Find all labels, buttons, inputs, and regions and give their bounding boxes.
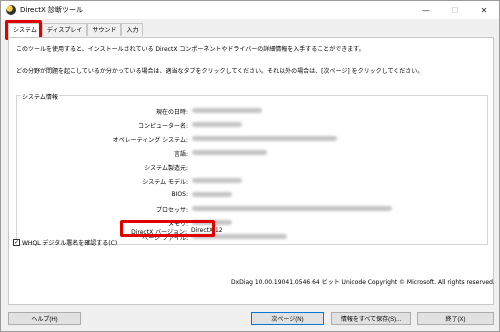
info-label: 言語:	[173, 151, 188, 158]
tab-content-panel: このツールを使用すると、インストールされている DirectX コンポーネントや…	[8, 37, 494, 305]
info-value-redacted	[192, 107, 262, 114]
maximize-button: ☐	[451, 5, 459, 15]
group-title: システム情報	[21, 92, 59, 101]
info-label: BIOS:	[171, 191, 188, 198]
dxdiag-window: DirectX 診断ツール — ☐ ✕ システム ディスプレイ サウンド 入力 …	[0, 0, 500, 332]
info-value-redacted	[192, 121, 242, 128]
info-row-os: オペレーティング システム:	[17, 135, 489, 144]
version-copyright-text: DxDiag 10.00.19041.0546 64 ビット Unicode C…	[231, 279, 495, 286]
info-row-model: システム モデル:	[17, 177, 489, 186]
info-label: コンピューター名:	[137, 123, 188, 130]
info-row-processor: プロセッサ:	[17, 205, 489, 214]
info-row-bios: BIOS:	[17, 191, 489, 200]
tab-display[interactable]: ディスプレイ	[41, 23, 88, 36]
info-row-manufacturer: システム製造元:	[17, 163, 489, 172]
minimize-button[interactable]: —	[412, 1, 440, 19]
info-label: システム製造元:	[144, 165, 188, 172]
window-title: DirectX 診断ツール	[20, 6, 83, 14]
whql-checkbox[interactable]: ✓	[13, 239, 20, 246]
info-row-language: 言語:	[17, 149, 489, 158]
info-label: システム モデル:	[142, 179, 188, 186]
info-value-redacted	[192, 177, 242, 184]
help-button[interactable]: ヘルプ(H)	[8, 312, 81, 325]
title-bar: DirectX 診断ツール — ☐ ✕	[1, 1, 499, 19]
close-button[interactable]: ✕	[470, 1, 498, 19]
info-value-redacted	[192, 205, 392, 212]
next-page-button[interactable]: 次ページ(N)	[251, 312, 324, 325]
tab-sound[interactable]: サウンド	[87, 23, 122, 36]
intro-text-1: このツールを使用すると、インストールされている DirectX コンポーネントや…	[16, 46, 365, 53]
save-all-button[interactable]: 情報をすべて保存(S)...	[331, 312, 411, 325]
info-row-datetime: 現在の日時:	[17, 107, 489, 116]
intro-text-2: どの分野が問題を起こしているか分かっている場合は、適当なタブをクリックしてくださ…	[16, 68, 424, 75]
info-row-directx-version: DirectX バージョン: DirectX 12	[16, 227, 488, 236]
info-value-redacted	[192, 149, 267, 156]
info-value-redacted	[192, 135, 337, 142]
whql-checkbox-row[interactable]: ✓ WHQL デジタル署名を確認する(C)	[13, 238, 117, 247]
system-info-group: システム情報 現在の日時: コンピューター名: オペレーティング システム: 言…	[16, 92, 489, 245]
info-label: オペレーティング システム:	[112, 137, 188, 144]
info-label: 現在の日時:	[155, 109, 188, 116]
directx-icon	[6, 5, 16, 15]
info-row-computer-name: コンピューター名:	[17, 121, 489, 130]
info-value-redacted	[192, 191, 232, 198]
whql-label: WHQL デジタル署名を確認する(C)	[22, 240, 118, 247]
info-label: プロセッサ:	[155, 207, 188, 214]
exit-button[interactable]: 終了(X)	[417, 312, 494, 325]
tab-input[interactable]: 入力	[121, 23, 144, 36]
directx-highlight-box	[120, 220, 215, 237]
